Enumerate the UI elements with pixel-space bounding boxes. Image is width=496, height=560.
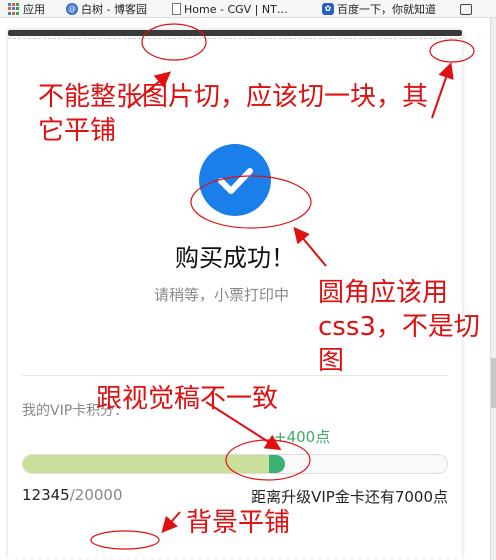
baidu-paw-icon: ✿ [322, 3, 334, 15]
receipt-perforation [8, 38, 462, 39]
bookmark-baidu[interactable]: ✿ 百度一下，你就知道 [322, 2, 436, 16]
upgrade-remaining-text: 距离升级VIP金卡还有7000点 [251, 488, 448, 506]
points-current: 12345 [22, 486, 70, 504]
receipt-wavy-edge [8, 556, 462, 560]
scrollbar-thumb[interactable] [491, 358, 496, 408]
bookmark-label: 白树 - 博客园 [81, 3, 147, 16]
apps-grid-icon [8, 3, 20, 15]
bookmark-label: Home - CGV | NT… [184, 2, 288, 16]
bookmark-camera[interactable] [460, 2, 472, 16]
bookmarks-bar: 应用 @ 白树 - 博客园 Home - CGV | NT… ✿ 百度一下，你就… [0, 0, 496, 18]
camera-icon [460, 3, 472, 15]
success-title: 购买成功！ [175, 244, 295, 272]
vertical-scrollbar[interactable] [490, 18, 496, 560]
receipt-printer-slot [8, 30, 462, 36]
vip-progress-bar [22, 454, 448, 474]
page-viewport: 购买成功！ 请稍等，小票打印中 我的VIP卡积分： +400点 12345/20… [0, 18, 490, 560]
points-value: 12345/20000 [22, 486, 123, 504]
blog-icon: @ [66, 3, 78, 15]
success-check-icon [199, 144, 271, 216]
bookmark-label: 应用 [23, 3, 45, 16]
receipt-card: 购买成功！ 请稍等，小票打印中 我的VIP卡积分： +400点 12345/20… [8, 30, 462, 560]
vip-progress-fill [23, 455, 269, 473]
points-gain-badge: +400点 [274, 428, 331, 446]
bookmark-blog[interactable]: @ 白树 - 博客园 [66, 2, 147, 16]
bookmark-label: 百度一下，你就知道 [337, 3, 436, 16]
bookmark-apps[interactable]: 应用 [8, 2, 45, 16]
page-icon [172, 3, 181, 15]
section-divider [22, 375, 448, 376]
vip-progress-head [269, 455, 285, 473]
bookmark-cgv[interactable]: Home - CGV | NT… [172, 2, 288, 16]
printing-subtitle: 请稍等，小票打印中 [154, 286, 290, 304]
vip-points-label: 我的VIP卡积分： [22, 403, 129, 419]
points-max: /20000 [69, 486, 123, 504]
